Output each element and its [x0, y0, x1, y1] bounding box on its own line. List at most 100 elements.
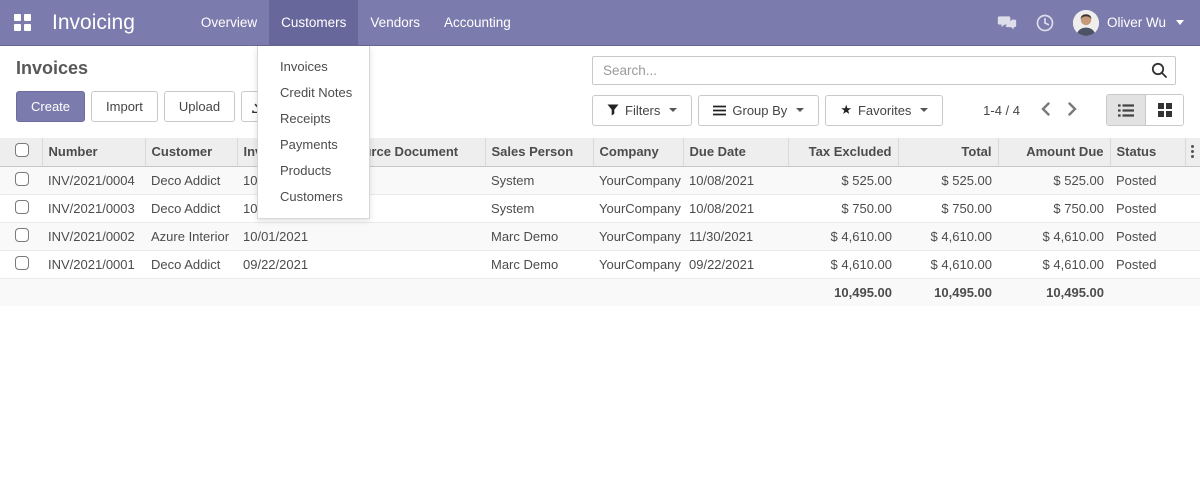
cell-tax-excluded: $ 4,610.00 — [788, 222, 898, 251]
filters-button[interactable]: Filters — [592, 94, 693, 126]
create-button[interactable]: Create — [16, 91, 86, 122]
import-button[interactable]: Import — [91, 91, 158, 122]
column-header-customer[interactable]: Customer — [145, 138, 238, 167]
invoice-list-table: Number Customer Invoice Date Source Docu… — [0, 138, 1200, 306]
cell-invoice-date: 09/22/2021 — [237, 250, 320, 279]
cell-company: YourCompany — [593, 222, 683, 251]
column-header-company[interactable]: Company — [593, 138, 684, 167]
cell-source-document — [320, 250, 485, 279]
group-by-button[interactable]: Group By — [698, 94, 820, 126]
row-checkbox[interactable] — [15, 171, 29, 186]
chevron-left-icon — [1041, 101, 1050, 116]
favorites-label: Favorites — [857, 102, 912, 118]
list-view-icon — [1118, 103, 1134, 117]
cell-invoice-date: 10/01/2021 — [237, 222, 320, 251]
cell-company: YourCompany — [593, 166, 683, 195]
table-row[interactable]: INV/2021/0001 Deco Addict 09/22/2021 Mar… — [0, 250, 1200, 279]
cell-source-document — [320, 222, 485, 251]
menu-item-overview[interactable]: Overview — [189, 0, 269, 45]
cell-customer: Azure Interior — [145, 222, 237, 251]
messages-icon[interactable] — [997, 13, 1017, 33]
cell-number: INV/2021/0001 — [42, 250, 145, 279]
cell-tax-excluded: $ 4,610.00 — [788, 250, 898, 279]
cell-total: $ 750.00 — [898, 194, 998, 223]
cell-status: Posted — [1110, 194, 1185, 223]
row-checkbox[interactable] — [15, 227, 29, 242]
cell-total: $ 4,610.00 — [898, 250, 998, 279]
select-all-checkbox[interactable] — [15, 143, 29, 158]
cell-status: Posted — [1110, 166, 1185, 195]
pager: 1-4 / 4 — [983, 100, 1084, 121]
user-caret-down-icon — [1176, 20, 1184, 25]
menu-item-customers[interactable]: Customers — [269, 0, 359, 45]
column-header-number[interactable]: Number — [42, 138, 146, 167]
dropdown-item-credit-notes[interactable]: Credit Notes — [258, 80, 369, 106]
totals-row: 10,495.00 10,495.00 10,495.00 — [0, 278, 1200, 306]
search-icon[interactable] — [1150, 61, 1168, 79]
filters-label: Filters — [625, 102, 661, 118]
cell-number: INV/2021/0003 — [42, 194, 145, 223]
filter-row: Filters Group By ★ Favorites 1-4 / 4 — [592, 94, 1184, 126]
table-row[interactable]: INV/2021/0002 Azure Interior 10/01/2021 … — [0, 222, 1200, 251]
kanban-view-button[interactable] — [1145, 95, 1183, 125]
column-header-tax-excluded[interactable]: Tax Excluded — [788, 138, 899, 167]
dropdown-item-products[interactable]: Products — [258, 158, 369, 184]
funnel-icon — [607, 104, 619, 116]
cell-due-date: 10/08/2021 — [683, 166, 788, 195]
cell-total: $ 4,610.00 — [898, 222, 998, 251]
table-row[interactable]: INV/2021/0003 Deco Addict 10/08/2021 Sys… — [0, 194, 1200, 223]
app-title[interactable]: Invoicing — [44, 0, 143, 45]
navbar-right: Oliver Wu — [997, 0, 1200, 45]
user-menu[interactable]: Oliver Wu — [1072, 9, 1184, 36]
cell-total: $ 525.00 — [898, 166, 998, 195]
user-avatar — [1072, 9, 1099, 36]
apps-menu-button[interactable] — [0, 0, 44, 45]
favorites-caret-icon — [920, 108, 929, 112]
search-box — [592, 56, 1176, 85]
kanban-view-icon — [1157, 103, 1172, 117]
pager-range: 1-4 / 4 — [983, 102, 1020, 118]
cell-customer: Deco Addict — [145, 194, 237, 223]
group-by-label: Group By — [732, 102, 788, 118]
cell-company: YourCompany — [593, 194, 683, 223]
cell-status: Posted — [1110, 250, 1185, 279]
menu-item-vendors[interactable]: Vendors — [358, 0, 432, 45]
table-header-row: Number Customer Invoice Date Source Docu… — [0, 138, 1200, 167]
column-header-status[interactable]: Status — [1110, 138, 1186, 167]
column-header-amount-due[interactable]: Amount Due — [998, 138, 1111, 167]
cell-sales-person: Marc Demo — [485, 222, 593, 251]
group-by-bars-icon — [713, 105, 727, 115]
cell-number: INV/2021/0002 — [42, 222, 145, 251]
total-tax-excluded: 10,495.00 — [788, 278, 898, 306]
dropdown-item-customers[interactable]: Customers — [258, 184, 369, 210]
dropdown-item-receipts[interactable]: Receipts — [258, 106, 369, 132]
optional-columns-kebab-icon[interactable] — [1191, 145, 1195, 159]
star-icon: ★ — [840, 102, 852, 117]
column-header-due-date[interactable]: Due Date — [683, 138, 789, 167]
row-checkbox[interactable] — [15, 255, 29, 270]
column-header-sales-person[interactable]: Sales Person — [485, 138, 594, 167]
column-header-total[interactable]: Total — [898, 138, 999, 167]
upload-button[interactable]: Upload — [163, 91, 236, 122]
total-total: 10,495.00 — [898, 278, 998, 306]
cell-number: INV/2021/0004 — [42, 166, 145, 195]
favorites-button[interactable]: ★ Favorites — [825, 94, 944, 126]
cell-tax-excluded: $ 525.00 — [788, 166, 898, 195]
cell-amount-due: $ 4,610.00 — [998, 250, 1110, 279]
row-checkbox[interactable] — [15, 199, 29, 214]
list-view-button[interactable] — [1107, 95, 1145, 125]
activities-clock-icon[interactable] — [1035, 13, 1055, 33]
cell-customer: Deco Addict — [145, 250, 237, 279]
view-switcher — [1106, 94, 1184, 126]
table-row[interactable]: INV/2021/0004 Deco Addict 10/08/2021 Sys… — [0, 166, 1200, 195]
cell-due-date: 11/30/2021 — [683, 222, 788, 251]
menu-item-accounting[interactable]: Accounting — [432, 0, 523, 45]
dropdown-item-payments[interactable]: Payments — [258, 132, 369, 158]
cell-sales-person: System — [485, 166, 593, 195]
pager-next-button[interactable] — [1061, 100, 1084, 121]
cell-amount-due: $ 525.00 — [998, 166, 1110, 195]
pager-previous-button[interactable] — [1034, 100, 1057, 121]
search-input[interactable] — [592, 56, 1176, 85]
apps-grid-icon — [13, 14, 31, 31]
dropdown-item-invoices[interactable]: Invoices — [258, 54, 369, 80]
